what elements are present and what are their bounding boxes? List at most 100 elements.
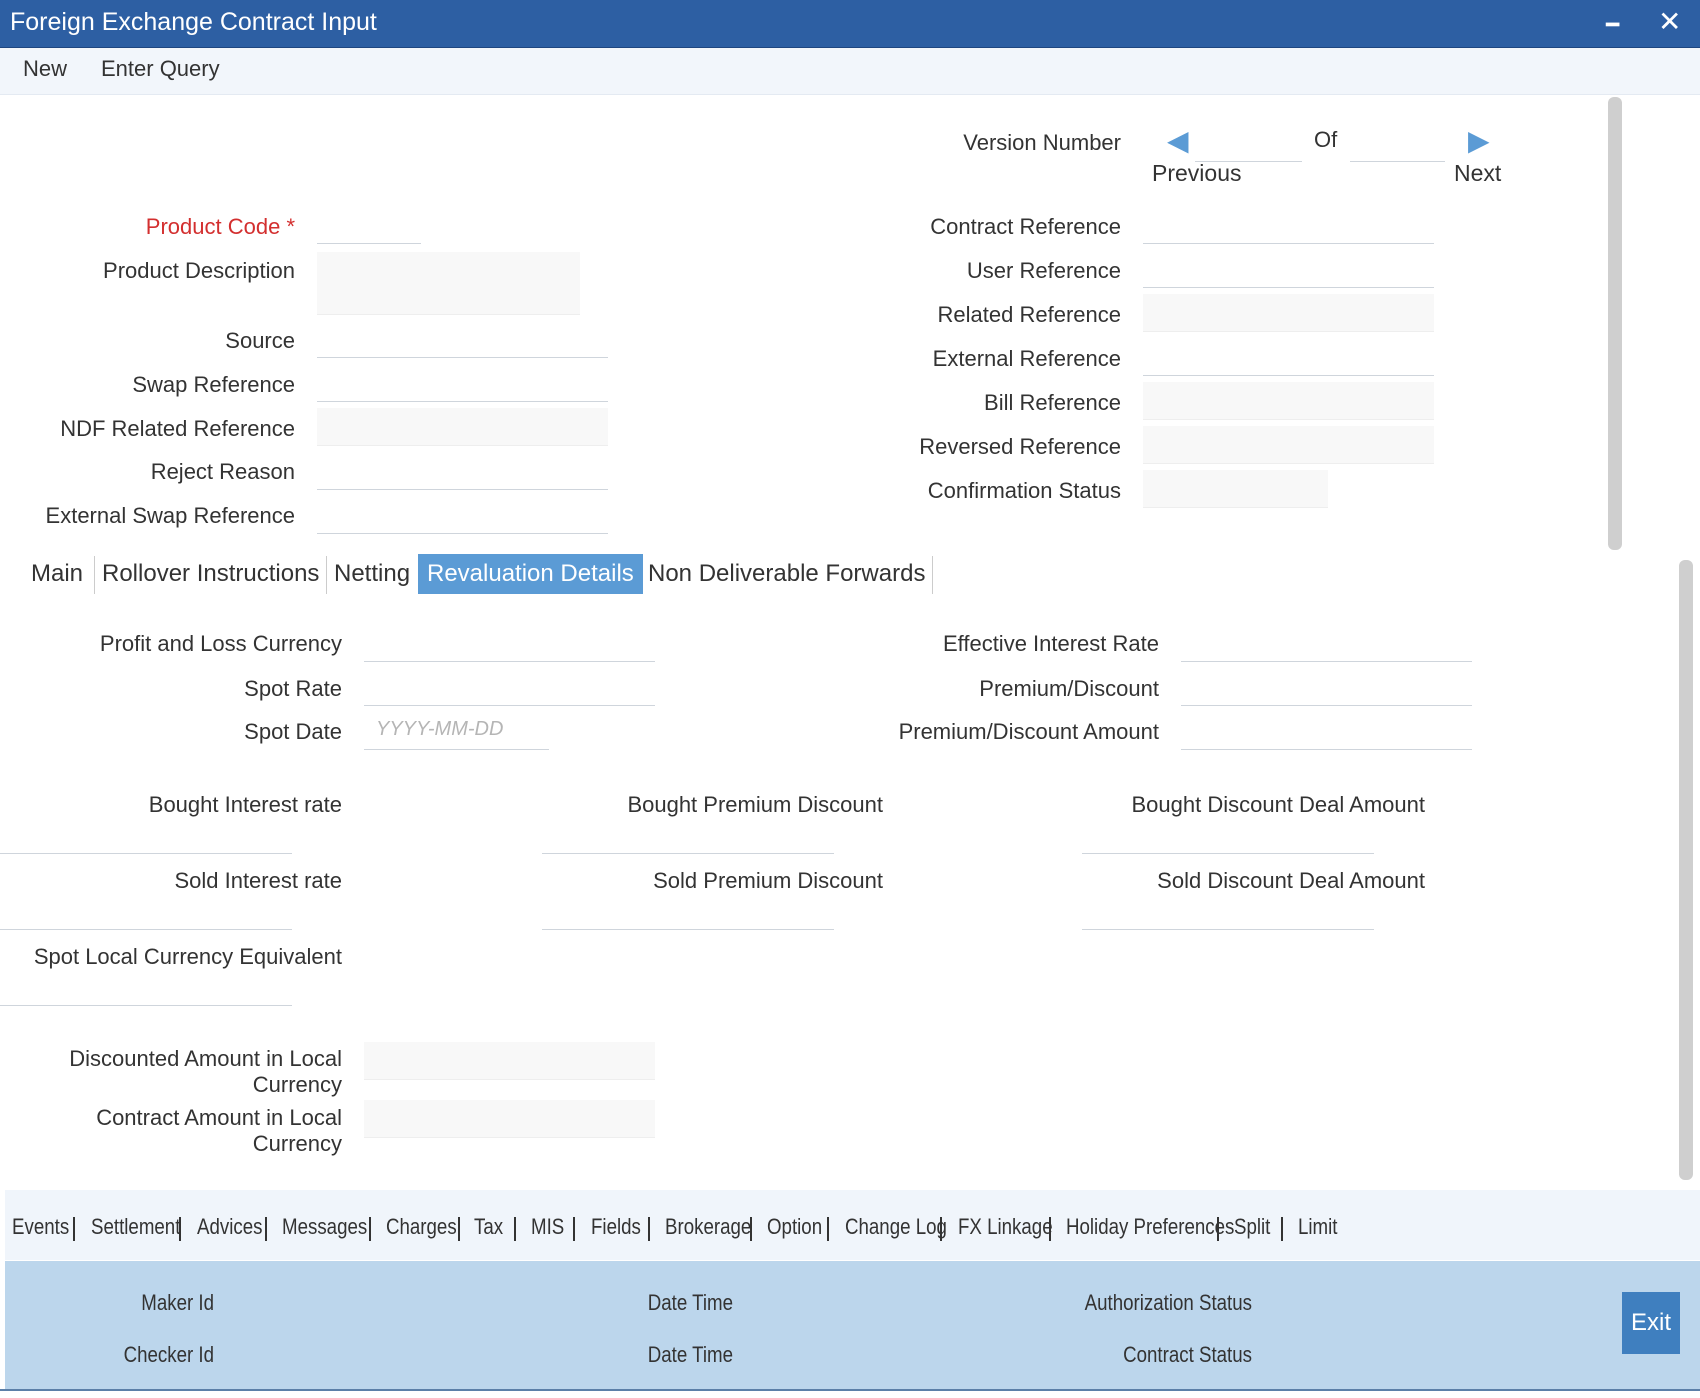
- tab-non-deliverable-forwards[interactable]: Non Deliverable Forwards: [639, 554, 934, 594]
- source-field[interactable]: [317, 320, 608, 358]
- external-swap-reference-field[interactable]: [317, 496, 608, 534]
- contract-amount-lcy-label-line1: Contract Amount in Local: [96, 1105, 342, 1130]
- contract-status-label: Contract Status: [1123, 1342, 1252, 1367]
- sold-premium-discount-label: Sold Premium Discount: [653, 868, 883, 893]
- close-icon[interactable]: ✕: [1658, 6, 1681, 38]
- premium-discount-amount-field[interactable]: [1181, 712, 1472, 750]
- bought-premium-discount-field[interactable]: [542, 816, 834, 854]
- link-separator: [514, 1217, 516, 1241]
- source-label: Source: [225, 328, 295, 353]
- product-description-field: [317, 252, 580, 315]
- header-scrollbar[interactable]: [1608, 97, 1622, 550]
- tab-revaluation-details[interactable]: Revaluation Details: [418, 554, 643, 594]
- window-bottom-border: [0, 1389, 1700, 1398]
- product-description-label: Product Description: [103, 258, 295, 283]
- link-option[interactable]: Option: [767, 1214, 822, 1240]
- link-separator: [265, 1217, 267, 1241]
- tab-rollover-instructions[interactable]: Rollover Instructions: [93, 554, 328, 594]
- premium-discount-label: Premium/Discount: [979, 676, 1159, 701]
- bought-interest-rate-label: Bought Interest rate: [148, 792, 342, 817]
- link-advices[interactable]: Advices: [197, 1214, 262, 1240]
- reversed-reference-field: [1143, 426, 1434, 464]
- link-brokerage[interactable]: Brokerage: [665, 1214, 751, 1240]
- link-separator: [1049, 1217, 1051, 1241]
- tab-netting[interactable]: Netting: [325, 554, 419, 594]
- link-tax[interactable]: Tax: [474, 1214, 503, 1240]
- premium-discount-field[interactable]: [1181, 668, 1472, 706]
- effective-interest-rate-label: Effective Interest Rate: [942, 631, 1159, 656]
- new-menu-item[interactable]: New: [23, 56, 67, 82]
- window-title: Foreign Exchange Contract Input: [10, 8, 377, 36]
- page-scrollbar[interactable]: [1679, 560, 1693, 1180]
- contract-reference-field[interactable]: [1143, 206, 1434, 244]
- next-button[interactable]: Next: [1454, 160, 1501, 187]
- reject-reason-label: Reject Reason: [150, 459, 295, 484]
- exit-button[interactable]: Exit: [1622, 1292, 1680, 1354]
- product-code-field[interactable]: [317, 206, 421, 244]
- spot-date-label: Spot Date: [244, 719, 342, 744]
- link-mis[interactable]: MIS: [531, 1214, 564, 1240]
- reject-reason-field[interactable]: [317, 452, 608, 490]
- link-settlement[interactable]: Settlement: [91, 1214, 180, 1240]
- confirmation-status-label: Confirmation Status: [927, 478, 1121, 503]
- external-reference-field[interactable]: [1143, 338, 1434, 376]
- sold-discount-deal-amount-field[interactable]: [1082, 892, 1374, 930]
- swap-reference-field[interactable]: [317, 364, 608, 402]
- bought-discount-deal-amount-label: Bought Discount Deal Amount: [1131, 792, 1425, 817]
- minimize-icon[interactable]: ━: [1606, 9, 1619, 41]
- sold-discount-deal-amount-label: Sold Discount Deal Amount: [1157, 868, 1425, 893]
- link-messages[interactable]: Messages: [282, 1214, 367, 1240]
- spot-date-field[interactable]: YYYY-MM-DD: [364, 712, 549, 750]
- link-separator: [827, 1217, 829, 1241]
- user-reference-label: User Reference: [966, 258, 1121, 283]
- of-label: Of: [1314, 127, 1338, 152]
- link-charges[interactable]: Charges: [386, 1214, 457, 1240]
- previous-button[interactable]: Previous: [1152, 160, 1241, 187]
- link-events[interactable]: Events: [12, 1214, 69, 1240]
- sold-interest-rate-label: Sold Interest rate: [174, 868, 342, 893]
- spot-rate-label: Spot Rate: [244, 676, 342, 701]
- link-separator: [458, 1217, 460, 1241]
- version-number-field[interactable]: [1195, 124, 1302, 162]
- effective-interest-rate-field[interactable]: [1181, 624, 1472, 662]
- next-arrow-icon[interactable]: ▶: [1468, 124, 1490, 157]
- enter-query-menu-item[interactable]: Enter Query: [101, 56, 220, 82]
- external-swap-reference-label: External Swap Reference: [45, 503, 295, 528]
- bought-interest-rate-field[interactable]: [0, 816, 292, 854]
- link-separator: [179, 1217, 181, 1241]
- link-holiday-preferences[interactable]: Holiday Preferences: [1066, 1214, 1234, 1240]
- link-fields[interactable]: Fields: [591, 1214, 641, 1240]
- previous-arrow-icon[interactable]: ◀: [1167, 124, 1189, 157]
- link-separator: [369, 1217, 371, 1241]
- link-separator: [750, 1217, 752, 1241]
- link-separator: [648, 1217, 650, 1241]
- user-reference-field[interactable]: [1143, 250, 1434, 288]
- sold-interest-rate-field[interactable]: [0, 892, 292, 930]
- total-versions-field[interactable]: [1350, 124, 1445, 162]
- tab-main[interactable]: Main: [22, 554, 92, 594]
- link-limit[interactable]: Limit: [1298, 1214, 1337, 1240]
- maker-date-time-label: Date Time: [647, 1290, 733, 1315]
- related-reference-field: [1143, 294, 1434, 332]
- authorization-status-label: Authorization Status: [1084, 1290, 1252, 1315]
- bought-discount-deal-amount-field[interactable]: [1082, 816, 1374, 854]
- external-reference-label: External Reference: [932, 346, 1121, 371]
- required-marker: *: [286, 214, 295, 239]
- maker-id-label: Maker Id: [141, 1290, 214, 1315]
- link-separator: [573, 1217, 575, 1241]
- menu-bar: New Enter Query: [0, 48, 1700, 95]
- discounted-amount-lcy-label: Discounted Amount in Local Currency: [40, 1046, 342, 1098]
- bought-premium-discount-label: Bought Premium Discount: [627, 792, 883, 817]
- link-fx-linkage[interactable]: FX Linkage: [958, 1214, 1053, 1240]
- contract-amount-lcy-label: Contract Amount in Local Currency: [40, 1105, 342, 1157]
- pnl-currency-field[interactable]: [364, 624, 655, 662]
- link-separator: [1281, 1217, 1283, 1241]
- link-change-log[interactable]: Change Log: [845, 1214, 947, 1240]
- reversed-reference-label: Reversed Reference: [919, 434, 1121, 459]
- sold-premium-discount-field[interactable]: [542, 892, 834, 930]
- link-split[interactable]: Split: [1234, 1214, 1270, 1240]
- bill-reference-label: Bill Reference: [984, 390, 1121, 415]
- discounted-amount-lcy-label-line2: Currency: [252, 1072, 342, 1097]
- spot-rate-field[interactable]: [364, 668, 655, 706]
- spot-lcy-equivalent-field[interactable]: [0, 968, 292, 1006]
